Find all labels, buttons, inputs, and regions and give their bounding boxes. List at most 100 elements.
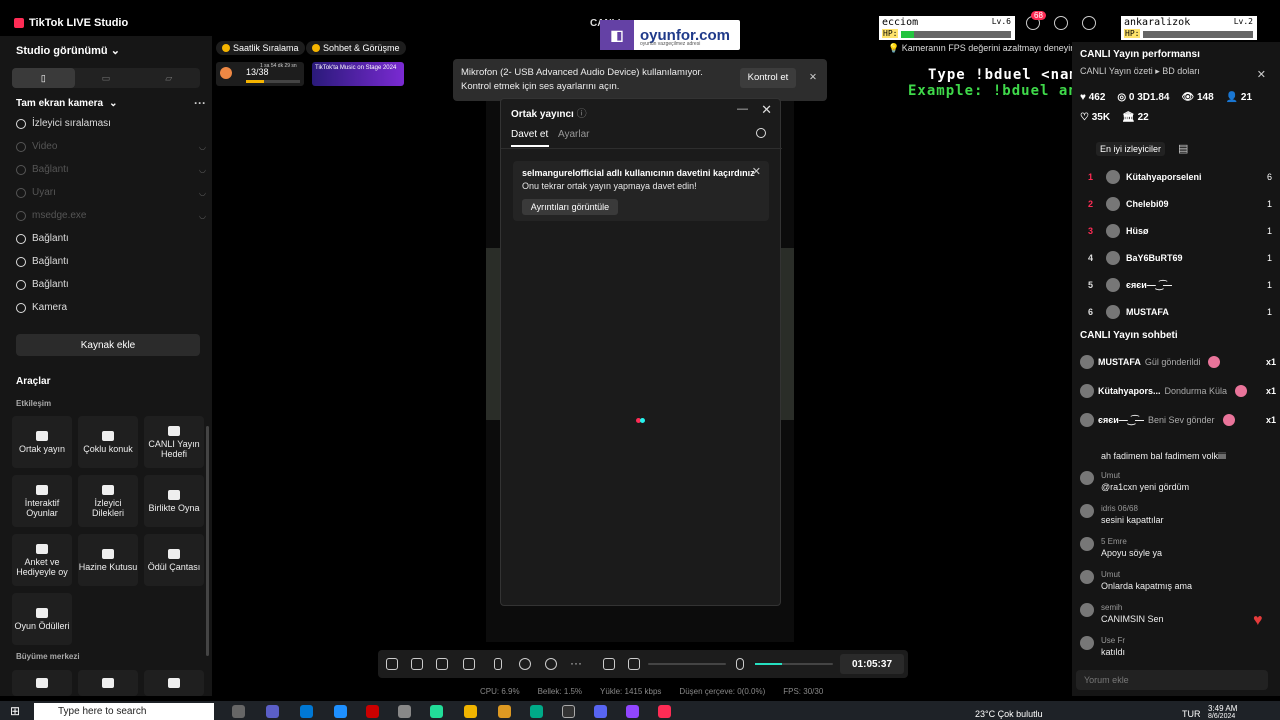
source-item[interactable]: Bağlantı (16, 256, 206, 267)
tool-gift[interactable]: İzleyici Dilekleri (78, 475, 138, 527)
avatar (1106, 251, 1120, 265)
phone-icon[interactable] (494, 658, 502, 670)
source-item[interactable]: Kamera (16, 302, 206, 313)
more-icon[interactable]: ··· (570, 656, 582, 670)
top-viewer-row[interactable]: 4 BaY6BuRT69 1 (1088, 251, 1272, 265)
mic-slider[interactable] (755, 663, 833, 665)
clock-time[interactable]: 3:49 AM (1208, 704, 1237, 713)
language[interactable]: TUR (1182, 709, 1201, 719)
tab-invite[interactable]: Davet et (511, 129, 548, 140)
eye-off-icon[interactable]: ◡ (199, 188, 206, 197)
windows-start-icon[interactable]: ⊞ (10, 704, 20, 718)
top-viewer-row[interactable]: 6 MUSTAFA 1 (1088, 305, 1272, 319)
tab-settings[interactable]: Ayarlar (558, 129, 590, 140)
performance-summary[interactable]: CANLI Yayın özeti ▸ BD doları (1080, 66, 1200, 77)
avatar (1080, 471, 1094, 485)
minimize-icon[interactable]: — (737, 103, 748, 115)
studio-view-dropdown[interactable]: Studio görünümü ⌄ (16, 44, 120, 57)
info-icon[interactable]: ⓘ (577, 109, 587, 120)
close-icon[interactable]: ✕ (761, 102, 772, 118)
tool-treasure[interactable]: Hazine Kutusu (78, 534, 138, 586)
source-item[interactable]: Bağlantı (16, 279, 206, 290)
top-viewer-row[interactable]: 1 Kütahyaporseleni 6 (1088, 170, 1272, 184)
portrait-option[interactable]: ▯ (12, 68, 75, 88)
tool-trophy[interactable]: Oyun Ödülleri (12, 593, 72, 645)
source-item[interactable]: msedge.exe ◡ (16, 210, 206, 221)
volume-slider[interactable] (648, 663, 726, 665)
microphone-icon[interactable] (736, 658, 744, 670)
top-viewer-row[interactable]: 2 Chelebi09 1 (1088, 197, 1272, 211)
effects-icon[interactable] (386, 658, 398, 670)
tool-target[interactable]: CANLI Yayın Hedefi (144, 416, 204, 468)
clock-date[interactable]: 8/6/2024 (1208, 713, 1235, 720)
chat-pill[interactable]: Sohbet & Görüşme (306, 41, 406, 55)
edge-icon[interactable] (530, 705, 543, 718)
app-icon-4[interactable] (498, 705, 511, 718)
help-icon[interactable] (1054, 16, 1068, 30)
source-item[interactable]: Bağlantı (16, 233, 206, 244)
top-viewer-row[interactable]: 3 Hüsø 1 (1088, 224, 1272, 238)
gift-message: єяєи—‿͡— Beni Sev gönder x1 (1080, 413, 1276, 427)
weather[interactable]: 23°C Çok bulutlu (975, 709, 1043, 719)
top-viewers-tag[interactable]: En iyi izleyiciler (1096, 142, 1166, 156)
settings-sliders-icon[interactable] (603, 658, 615, 670)
music-banner[interactable]: TikTok'ta Music on Stage 2024 (312, 62, 404, 86)
mail-icon[interactable] (334, 705, 347, 718)
app-icon-2[interactable] (398, 705, 411, 718)
growth-tool-2[interactable] (78, 670, 138, 696)
add-source-button[interactable]: Kaynak ekle (16, 334, 200, 356)
close-icon[interactable]: ✕ (752, 166, 761, 179)
avatar (1080, 636, 1094, 650)
screen-icon[interactable] (411, 658, 423, 670)
task-view-icon[interactable] (232, 705, 245, 718)
obs-icon[interactable] (562, 705, 575, 718)
discord-icon[interactable] (594, 705, 607, 718)
hourly-ranking-pill[interactable]: Saatlik Sıralama (216, 41, 305, 55)
close-icon[interactable]: ✕ (809, 71, 817, 85)
eye-off-icon[interactable]: ◡ (199, 142, 206, 151)
growth-tool-1[interactable] (12, 670, 72, 696)
comment-input[interactable]: Yorum ekle (1076, 670, 1268, 690)
sidebar-scrollbar[interactable] (206, 426, 209, 656)
store-icon[interactable] (300, 705, 313, 718)
dual-option[interactable]: ▱ (137, 68, 200, 88)
speaker-icon[interactable] (628, 658, 640, 670)
taskbar-search[interactable]: Type here to search (34, 703, 214, 720)
check-button[interactable]: Kontrol et (740, 68, 796, 88)
eye-off-icon[interactable]: ◡ (199, 211, 206, 220)
close-icon[interactable]: ✕ (1257, 68, 1266, 81)
tool-users[interactable]: Çoklu konuk (78, 416, 138, 468)
tool-bag[interactable]: Ödül Çantası (144, 534, 204, 586)
ranking-widget[interactable]: 13/38 1 sa 54 dk 29 sn (216, 62, 304, 86)
growth-tool-3[interactable] (144, 670, 204, 696)
landscape-option[interactable]: ▭ (75, 68, 138, 88)
teams-icon[interactable] (266, 705, 279, 718)
more-icon[interactable]: ··· (194, 96, 206, 110)
record-icon[interactable] (519, 658, 531, 670)
source-item[interactable]: Uyarı ◡ (16, 187, 206, 198)
app-icon[interactable] (366, 705, 379, 718)
source-item[interactable]: İzleyici sıralaması (16, 118, 206, 129)
tool-gamepad[interactable]: İnteraktif Oyunlar (12, 475, 72, 527)
source-item[interactable]: Video ◡ (16, 141, 206, 152)
scene-selector[interactable]: Tam ekran kamera ⌄ ··· (16, 96, 206, 110)
chat-title: CANLI Yayın sohbeti (1080, 330, 1178, 341)
add-media-icon[interactable] (463, 658, 475, 670)
explorer-icon[interactable] (464, 705, 477, 718)
tiktok-icon[interactable] (658, 705, 671, 718)
tool-link[interactable]: Ortak yayın (12, 416, 72, 468)
list-icon[interactable]: ▤ (1178, 142, 1188, 155)
eye-off-icon[interactable]: ◡ (199, 165, 206, 174)
gear-icon[interactable] (1082, 16, 1096, 30)
app-icon-3[interactable] (430, 705, 443, 718)
dialog-title: Ortak yayıncı ⓘ (511, 109, 587, 120)
view-details-button[interactable]: Ayrıntıları görüntüle (522, 199, 618, 215)
top-viewer-row[interactable]: 5 єяєи—‿͡— 1 (1088, 278, 1272, 292)
tool-poll[interactable]: Anket ve Hediyeyle oy (12, 534, 72, 586)
twitch-icon[interactable] (626, 705, 639, 718)
search-icon[interactable] (756, 128, 766, 138)
tool-play-together[interactable]: Birlikte Oyna (144, 475, 204, 527)
source-item[interactable]: Bağlantı ◡ (16, 164, 206, 175)
ai-icon[interactable] (436, 658, 448, 670)
camera-icon[interactable] (545, 658, 557, 670)
